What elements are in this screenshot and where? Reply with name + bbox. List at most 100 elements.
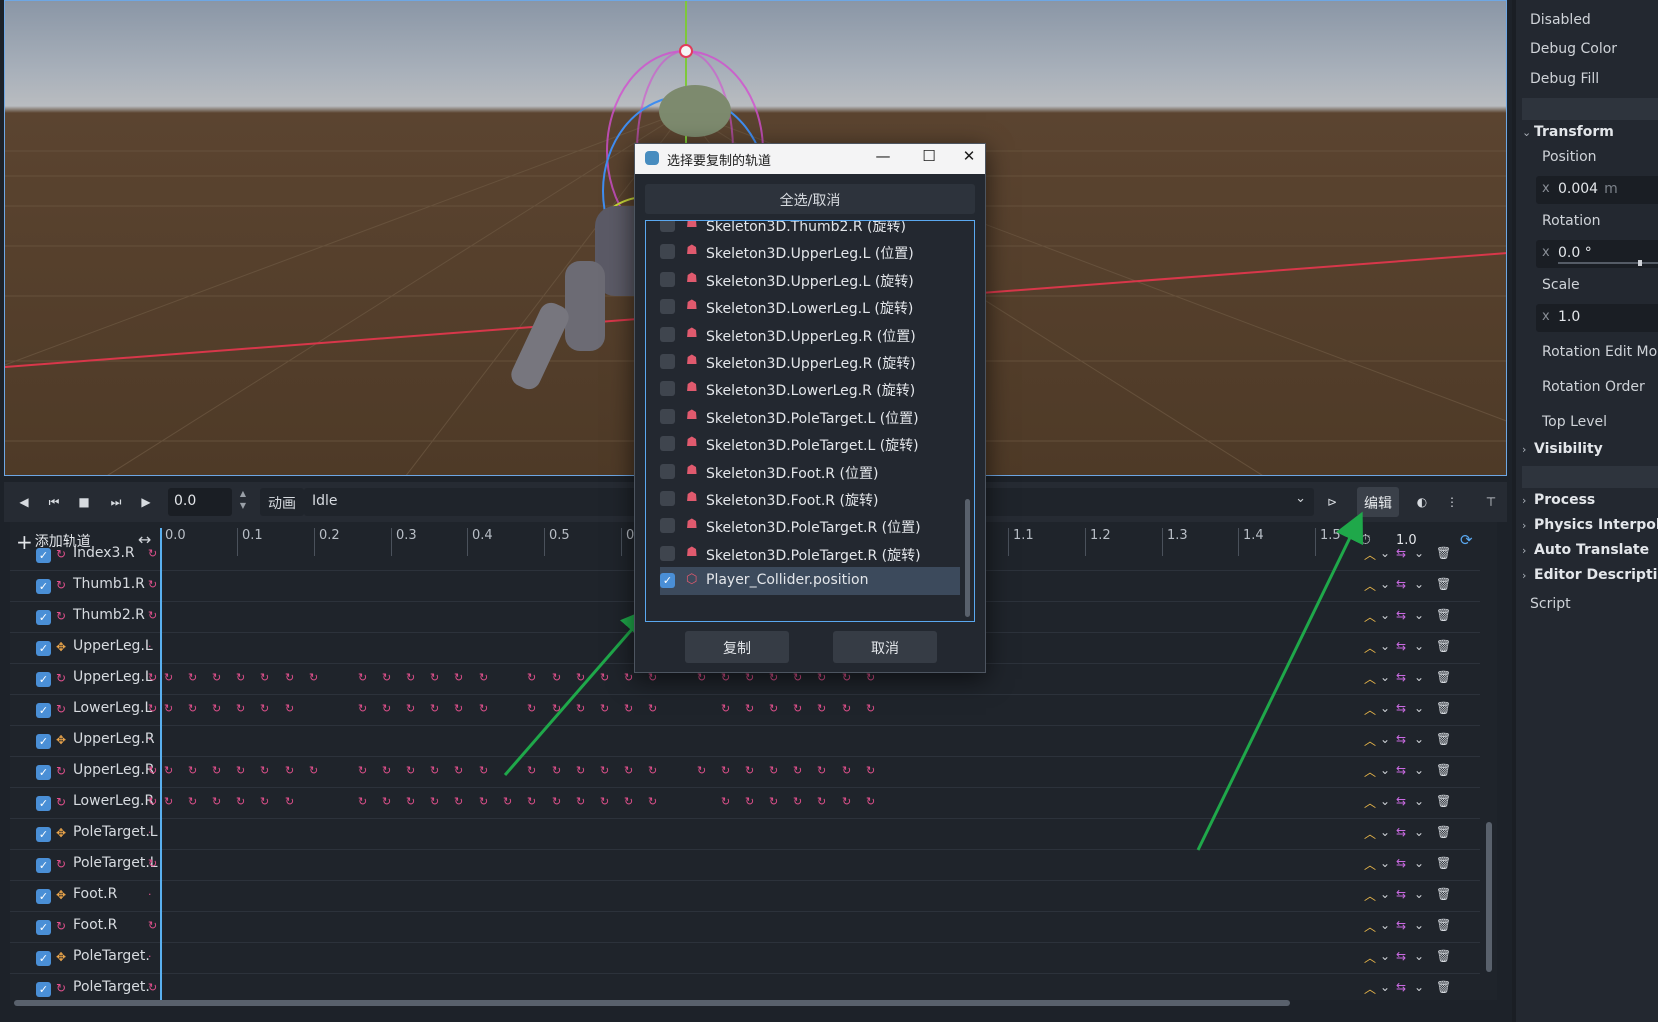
loop-wrap-icon[interactable]: ⇆ <box>1396 794 1406 808</box>
editor-description-section[interactable]: › Editor Descriptio <box>1522 567 1658 583</box>
keyframe[interactable]: ↻ <box>285 764 294 777</box>
keyframe[interactable]: ↻ <box>148 795 157 808</box>
copy-track-item[interactable]: ☗ Skeleton3D.UpperLeg.R (位置) <box>660 321 960 349</box>
track-enable-checkbox[interactable]: ✓ <box>36 610 51 625</box>
keyframe[interactable]: ↻ <box>188 795 197 808</box>
chevron-down-icon[interactable]: ⌄ <box>1380 794 1390 808</box>
track-checkbox[interactable] <box>660 491 675 506</box>
keyframe[interactable]: ↻ <box>527 795 536 808</box>
chevron-down-icon[interactable]: ⌄ <box>1414 887 1424 901</box>
delete-track-icon[interactable]: 🗑 <box>1436 639 1451 653</box>
keyframe[interactable]: ↻ <box>148 981 157 994</box>
track-checkbox[interactable] <box>660 408 675 424</box>
copy-track-item[interactable]: ☗ Skeleton3D.LowerLeg.L (旋转) <box>660 293 960 321</box>
cancel-button[interactable]: 取消 <box>833 631 937 663</box>
auto-translate-section[interactable]: › Auto Translate <box>1522 542 1649 558</box>
keyframe[interactable]: ↻ <box>212 702 221 715</box>
track-checkbox[interactable] <box>660 436 675 452</box>
keyframe[interactable]: ↻ <box>212 795 221 808</box>
keyframe[interactable]: ↻ <box>552 702 561 715</box>
track-row[interactable]: ✓ ✥ PoleTarget. · ︿ ⌄ ⇆ ⌄ 🗑 <box>10 943 1480 974</box>
chevron-down-icon[interactable]: ⌄ <box>1414 608 1424 622</box>
delete-track-icon[interactable]: 🗑 <box>1436 546 1451 560</box>
chevron-down-icon[interactable]: ⌄ <box>1414 856 1424 870</box>
keyframe[interactable]: ↻ <box>260 764 269 777</box>
keyframe[interactable]: ↻ <box>600 702 609 715</box>
keyframe[interactable]: · <box>148 888 152 901</box>
chevron-down-icon[interactable]: ⌄ <box>1380 949 1390 963</box>
chevron-down-icon[interactable]: ⌄ <box>1380 670 1390 684</box>
animation-menu-button[interactable]: 动画 <box>260 488 304 516</box>
rotation-x-field[interactable]: x 0.0 ° <box>1536 240 1658 268</box>
track-checkbox[interactable] <box>660 271 675 287</box>
keyframe[interactable]: ↻ <box>236 671 245 684</box>
track-row[interactable]: ✓ ↻ UpperLeg.R ↻ ↻ ↻ ↻ ↻ ↻ ↻ ↻ ↻ ↻ ↻ ↻ ↻ ↻ ↻ ↻ ↻ ↻ ↻ ↻ ↻ ↻ ↻ ↻ ↻ ↻ ↻ ↻… <box>10 757 1480 788</box>
keyframe[interactable]: ↻ <box>721 764 730 777</box>
keyframe[interactable]: ↻ <box>769 702 778 715</box>
interpolation-icon[interactable]: ︿ <box>1364 918 1376 935</box>
keyframe[interactable]: ↻ <box>148 702 157 715</box>
keyframe[interactable]: ↻ <box>745 702 754 715</box>
track-enable-checkbox[interactable]: ✓ <box>36 734 51 749</box>
keyframe[interactable]: ↻ <box>721 702 730 715</box>
copy-track-item[interactable]: ☗ Skeleton3D.UpperLeg.L (旋转) <box>660 266 960 294</box>
keyframe[interactable]: ↻ <box>236 702 245 715</box>
interpolation-icon[interactable]: ︿ <box>1364 825 1376 842</box>
delete-track-icon[interactable]: 🗑 <box>1436 763 1451 777</box>
chevron-down-icon[interactable]: ⌄ <box>1414 825 1424 839</box>
keyframe[interactable]: ↻ <box>866 702 875 715</box>
keyframe[interactable]: · <box>148 950 152 963</box>
visibility-section[interactable]: › Visibility <box>1522 441 1603 457</box>
keyframe[interactable]: ↻ <box>793 795 802 808</box>
keyframe[interactable]: ↻ <box>454 702 463 715</box>
keyframe[interactable]: ↻ <box>164 795 173 808</box>
copy-track-item[interactable]: ☗ Skeleton3D.LowerLeg.R (旋转) <box>660 375 960 403</box>
interpolation-icon[interactable]: ︿ <box>1364 670 1376 687</box>
delete-track-icon[interactable]: 🗑 <box>1436 918 1451 932</box>
keyframe[interactable]: ↻ <box>503 795 512 808</box>
track-row[interactable]: ✓ ✥ Foot.R · ︿ ⌄ ⇆ ⌄ 🗑 <box>10 881 1480 912</box>
chevron-down-icon[interactable]: ⌄ <box>1414 918 1424 932</box>
keyframe[interactable]: ↻ <box>285 671 294 684</box>
keyframe[interactable]: ↻ <box>309 671 318 684</box>
debug-color-property[interactable]: Debug Color <box>1530 41 1617 57</box>
chevron-down-icon[interactable]: ⌄ <box>1414 701 1424 715</box>
keyframe[interactable]: ↻ <box>576 795 585 808</box>
keyframe[interactable]: ↻ <box>842 764 851 777</box>
list-scrollbar[interactable] <box>965 499 970 617</box>
keyframe[interactable]: ↻ <box>430 702 439 715</box>
physics-interpolation-section[interactable]: › Physics Interpolat <box>1522 517 1658 533</box>
chevron-down-icon[interactable]: ⌄ <box>1380 701 1390 715</box>
track-row[interactable]: ✓ ↻ LowerLeg.L ↻ ↻ ↻ ↻ ↻ ↻ ↻ ↻ ↻ ↻ ↻ ↻ ↻ ↻ ↻ ↻ ↻ ↻ ↻ ↻ ↻ ↻ ↻ ↻ ↻ ↻ ︿ ⌄… <box>10 695 1480 726</box>
keyframe[interactable]: ↻ <box>624 702 633 715</box>
keyframe[interactable]: ↻ <box>479 795 488 808</box>
interpolation-icon[interactable]: ︿ <box>1364 763 1376 780</box>
keyframe[interactable]: ↻ <box>260 702 269 715</box>
keyframe[interactable]: ↻ <box>236 764 245 777</box>
keyframe[interactable]: · <box>148 733 152 746</box>
delete-track-icon[interactable]: 🗑 <box>1436 608 1451 622</box>
chevron-down-icon[interactable]: ⌄ <box>1380 639 1390 653</box>
scale-x-field[interactable]: x 1.0 <box>1536 304 1658 332</box>
keyframe[interactable]: ↻ <box>285 795 294 808</box>
track-enable-checkbox[interactable]: ✓ <box>36 765 51 780</box>
keyframe[interactable]: ↻ <box>527 702 536 715</box>
keyframe[interactable]: ↻ <box>358 795 367 808</box>
copy-track-item[interactable]: ☗ Skeleton3D.PoleTarget.L (位置) <box>660 403 960 431</box>
keyframe[interactable]: ↻ <box>745 764 754 777</box>
keyframe[interactable]: ↻ <box>454 795 463 808</box>
copy-track-item[interactable]: ☗ Skeleton3D.PoleTarget.L (旋转) <box>660 430 960 458</box>
chevron-down-icon[interactable]: ⌄ <box>1414 794 1424 808</box>
chevron-down-icon[interactable]: ⌄ <box>1380 980 1390 994</box>
chevron-down-icon[interactable]: ⌄ <box>1414 949 1424 963</box>
copy-track-item[interactable]: ☗ Skeleton3D.UpperLeg.L (位置) <box>660 238 960 266</box>
keyframe[interactable]: ↻ <box>866 764 875 777</box>
top-level-property[interactable]: Top Level <box>1542 414 1607 430</box>
transform-section[interactable]: ⌄ Transform <box>1522 124 1614 140</box>
delete-track-icon[interactable]: 🗑 <box>1436 794 1451 808</box>
chevron-down-icon[interactable]: ⌄ <box>1380 887 1390 901</box>
delete-track-icon[interactable]: 🗑 <box>1436 577 1451 591</box>
keyframe[interactable]: ↻ <box>236 795 245 808</box>
keyframe[interactable]: ↻ <box>188 702 197 715</box>
interpolation-icon[interactable]: ︿ <box>1364 856 1376 873</box>
